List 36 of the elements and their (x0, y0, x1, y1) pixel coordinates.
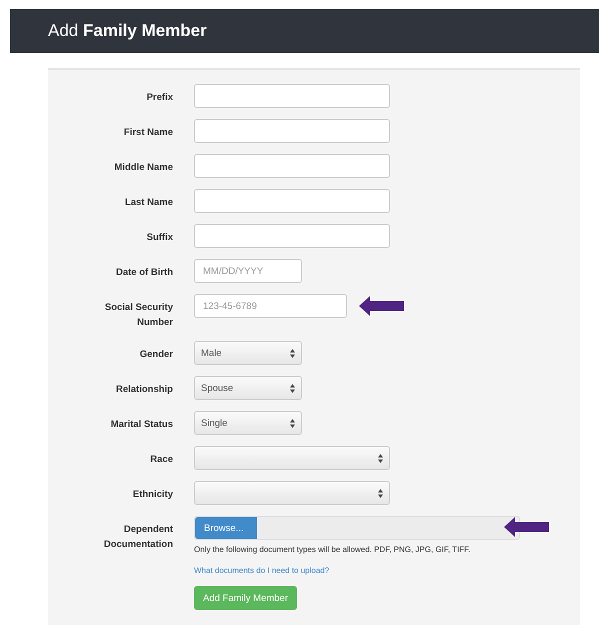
field-label: Prefix (146, 91, 173, 105)
field-label: Relationship (114, 383, 173, 397)
input-field[interactable]: 123-45-6789 (194, 294, 347, 318)
dropdown[interactable] (194, 481, 390, 505)
up-down-icon (290, 384, 295, 392)
input-field[interactable] (194, 224, 390, 248)
dropdown[interactable]: Male (194, 341, 302, 365)
help-link[interactable]: What documents do I need to upload? (194, 566, 520, 575)
up-down-icon (290, 418, 295, 428)
field-label: Date of Birth (115, 266, 173, 280)
help-text: Only the following document types will be allowed. PDF, PNG, JPG, GIF, TIFF. (194, 545, 472, 554)
dropdown[interactable]: Single (194, 411, 302, 435)
field-label: Social Security Number (104, 301, 173, 330)
input-field[interactable] (194, 189, 390, 213)
field-label: Marital Status (110, 418, 173, 432)
field-label: Suffix (146, 231, 173, 245)
field-label: Gender (138, 348, 173, 362)
up-down-icon (378, 488, 383, 498)
field-label: Middle Name (113, 161, 173, 175)
dropdown[interactable] (194, 446, 390, 470)
input-field[interactable]: MM/DD/YYYY (194, 259, 302, 283)
up-down-icon (378, 454, 383, 462)
field-label: Last Name (124, 196, 173, 210)
input-field[interactable] (194, 84, 390, 108)
field-label: First Name (122, 126, 173, 140)
field-label: Ethnicity (132, 488, 173, 502)
dropdown[interactable]: Spouse (194, 376, 302, 400)
input-field[interactable] (194, 154, 390, 178)
field-label: Dependent Documentation (102, 523, 173, 552)
field-label: Race (149, 453, 173, 467)
input-field[interactable] (194, 119, 390, 143)
page-title: Add Family Member (48, 21, 207, 41)
up-down-icon (290, 348, 295, 358)
add-family-member-button[interactable]: Add Family Member (194, 586, 297, 610)
file-upload-field[interactable]: Browse... (194, 516, 520, 540)
browse-button[interactable]: Browse... (195, 517, 257, 539)
